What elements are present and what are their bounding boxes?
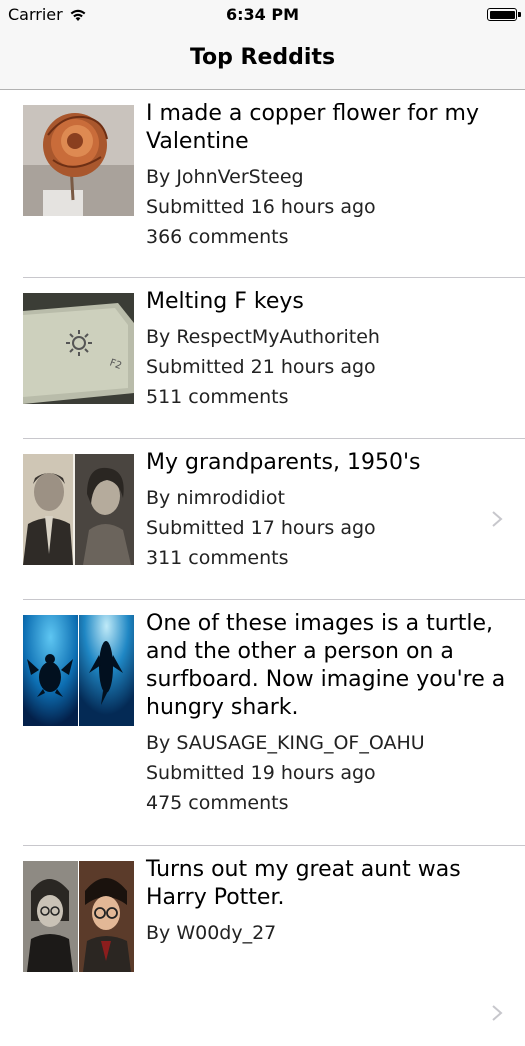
post-text: My grandparents, 1950's By nimrodidiot S… [146,449,506,573]
navigation-bar: Top Reddits [0,30,525,90]
grandparents-photo-thumbnail [23,454,134,565]
page-title: Top Reddits [189,45,336,70]
chevron-right-icon [492,511,503,527]
post-author: By JohnVerSteeg [146,166,304,188]
post-author: By RespectMyAuthoriteh [146,326,380,348]
status-time: 6:34 PM [225,5,299,24]
chevron-right-icon [492,1005,503,1021]
post-row[interactable]: F2 Melting F keys By RespectMyAuthoriteh… [0,278,525,439]
post-comments: 311 comments [146,547,289,569]
post-submitted: Submitted 17 hours ago [146,517,376,539]
battery-nub [518,12,521,17]
copper-rose-thumbnail [23,105,134,216]
post-title: Melting F keys [146,289,304,314]
keyboard-key-thumbnail: F2 [23,293,134,404]
post-row[interactable]: Turns out my great aunt was Harry Potter… [0,846,525,1046]
post-comments: 366 comments [146,226,289,248]
post-comments: 511 comments [146,386,289,408]
post-submitted: Submitted 16 hours ago [146,196,376,218]
post-row[interactable]: My grandparents, 1950's By nimrodidiot S… [0,439,525,600]
great-aunt-harry-potter-thumbnail [23,861,134,972]
post-comments: 475 comments [146,792,289,814]
post-row[interactable]: One of these images is a turtle, and the… [0,600,525,846]
post-text: Turns out my great aunt was Harry Potter… [146,856,506,948]
status-bar: Carrier 6:34 PM [0,0,525,30]
turtle-surfer-thumbnail [23,615,134,726]
post-title: One of these images is a turtle, and the… [146,611,506,720]
post-title: I made a copper flower for my Valentine [146,101,479,154]
post-text: Melting F keys By RespectMyAuthoriteh Su… [146,288,506,412]
battery-level [489,10,515,19]
post-title: Turns out my great aunt was Harry Potter… [146,857,461,910]
post-title: My grandparents, 1950's [146,450,421,475]
post-text: One of these images is a turtle, and the… [146,610,506,818]
battery-icon [487,8,517,21]
post-submitted: Submitted 21 hours ago [146,356,376,378]
post-author: By SAUSAGE_KING_OF_OAHU [146,732,425,754]
post-text: I made a copper flower for my Valentine … [146,100,506,252]
post-row[interactable]: I made a copper flower for my Valentine … [0,90,525,278]
post-author: By W00dy_27 [146,922,277,944]
post-submitted: Submitted 19 hours ago [146,762,376,784]
post-author: By nimrodidiot [146,487,285,509]
